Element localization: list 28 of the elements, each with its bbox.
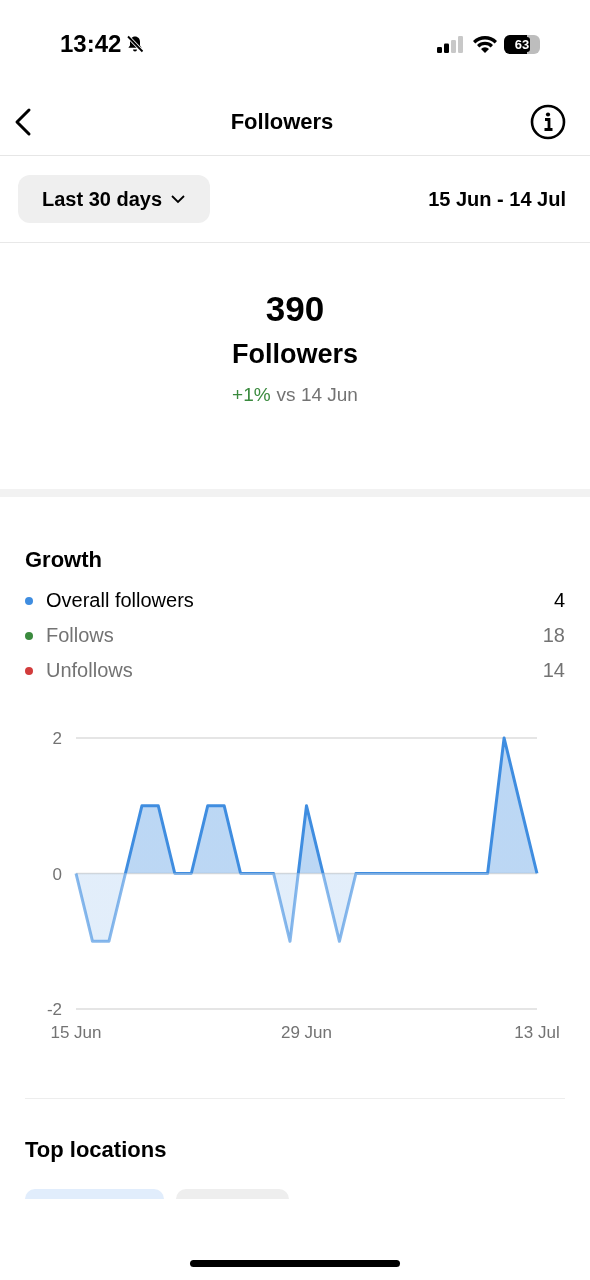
comparison-text: vs 14 Jun	[276, 384, 358, 406]
wifi-icon	[472, 34, 498, 54]
date-range-dropdown[interactable]: Last 30 days	[18, 175, 211, 223]
legend-label[interactable]: Unfollows	[46, 659, 543, 682]
chevron-down-icon	[170, 194, 187, 204]
followers-label: Followers	[232, 339, 358, 370]
battery-indicator: 63	[504, 34, 540, 54]
section-title: Top locations	[24, 1137, 168, 1163]
x-axis-label: 29 Jun	[281, 1023, 332, 1042]
y-axis-label: 0	[52, 864, 62, 884]
signal-icon	[436, 34, 466, 54]
status-time: 13:42	[60, 30, 122, 58]
follower-count: 390	[265, 289, 325, 329]
x-axis-label: 15 Jun	[50, 1023, 102, 1042]
bell-slash-icon	[125, 34, 146, 54]
y-axis-label: 2	[52, 729, 62, 748]
change-percent: +1%	[232, 384, 271, 406]
legend-label[interactable]: Follows	[46, 624, 543, 647]
legend-value: 14	[542, 659, 565, 682]
date-range-text: 15 Jun - 14 Jul	[428, 187, 566, 211]
legend-value: 4	[553, 589, 565, 612]
legend-label[interactable]: Overall followers	[46, 589, 554, 612]
x-axis-label: 13 Jul	[514, 1023, 560, 1042]
legend-value: 18	[542, 624, 565, 647]
page-title: Followers	[230, 108, 334, 135]
info-icon[interactable]	[530, 103, 566, 140]
section-title: Growth	[24, 547, 103, 573]
y-axis-label: -2	[46, 1000, 62, 1019]
